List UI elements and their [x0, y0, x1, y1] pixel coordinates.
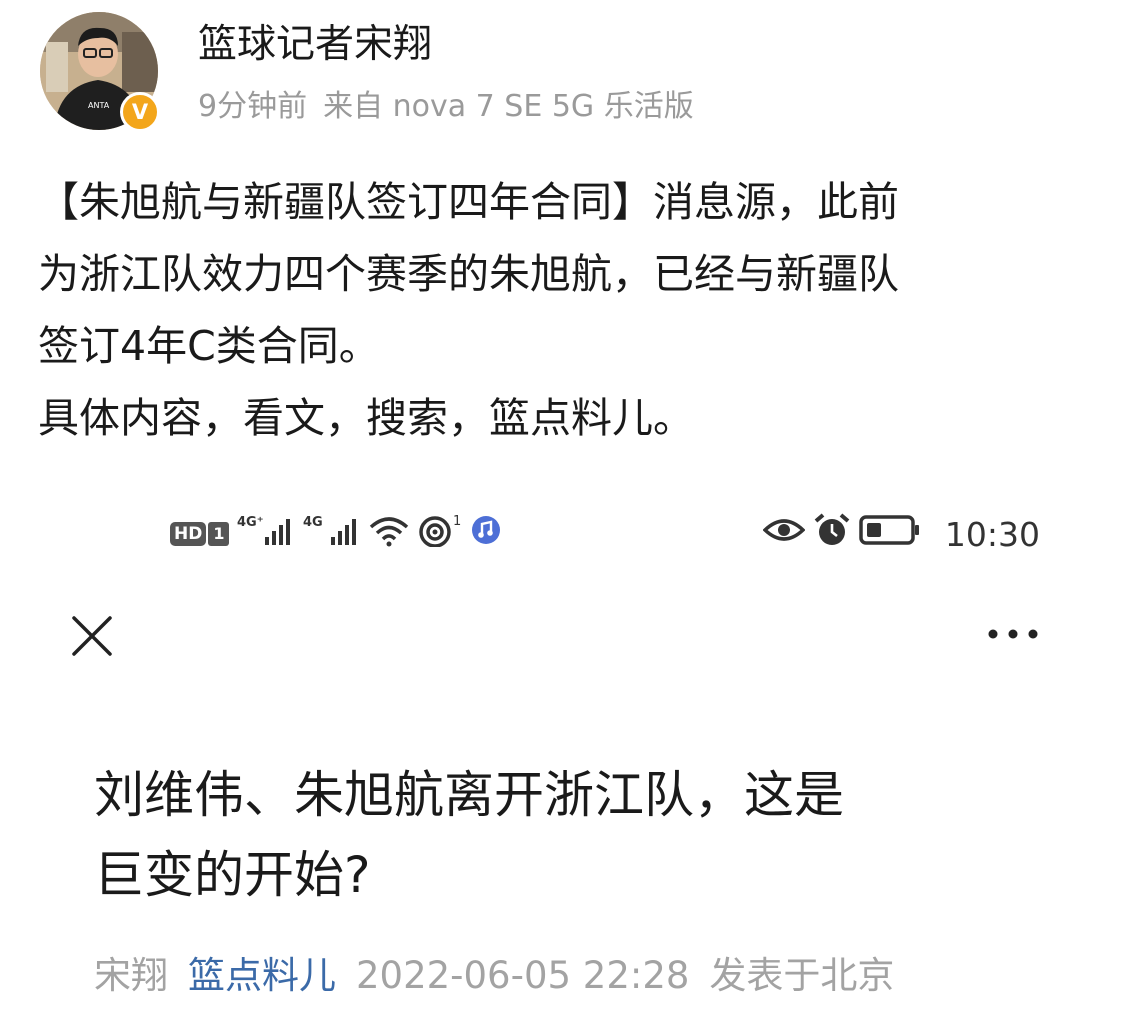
- hd-icon: HD: [170, 522, 207, 546]
- battery-icon: [859, 514, 921, 555]
- author-name[interactable]: 篮球记者宋翔: [198, 20, 432, 70]
- article-title-line: 刘维伟、朱旭航离开浙江队，这是: [94, 766, 844, 824]
- post-body: 【朱旭航与新疆队签订四年合同】消息源，此前 为浙江队效力四个赛季的朱旭航，已经与…: [38, 166, 1078, 454]
- signal-1-label: 4G⁺: [237, 515, 264, 530]
- article-author: 宋翔: [94, 954, 168, 997]
- article-source-link[interactable]: 篮点料儿: [188, 954, 336, 997]
- article-meta: 宋翔 篮点料儿 2022-06-05 22:28 发表于北京: [94, 950, 914, 1002]
- eye-icon: [762, 514, 806, 554]
- post-body-line: 签订4年C类合同。: [38, 322, 380, 370]
- close-icon[interactable]: [70, 614, 114, 658]
- article-location: 发表于北京: [709, 954, 895, 997]
- hotspot-icon: 1: [417, 513, 463, 556]
- article-title: 刘维伟、朱旭航离开浙江队，这是 巨变的开始?: [94, 755, 1054, 915]
- verified-badge: V: [120, 92, 160, 132]
- post-body-line: 为浙江队效力四个赛季的朱旭航，已经与新疆队: [38, 250, 899, 298]
- post-time: 9分钟前: [198, 89, 308, 124]
- article-title-line: 巨变的开始?: [94, 846, 371, 904]
- wifi-icon: [369, 513, 409, 556]
- post-meta: 9分钟前 来自 nova 7 SE 5G 乐活版: [198, 86, 710, 128]
- svg-text:ANTA: ANTA: [88, 101, 110, 110]
- post-body-line: 【朱旭航与新疆队签订四年合同】消息源，此前: [38, 178, 899, 226]
- signal-2-label: 4G: [303, 515, 323, 530]
- signal-icon: 4G⁺: [237, 513, 295, 556]
- article-datetime: 2022-06-05 22:28: [356, 954, 690, 997]
- status-time: 10:30: [944, 514, 1040, 554]
- sim-icon: 1: [208, 522, 230, 546]
- alarm-icon: [813, 512, 851, 557]
- post-body-line: 具体内容，看文，搜索，篮点料儿。: [38, 394, 694, 442]
- post-device: 来自 nova 7 SE 5G 乐活版: [323, 89, 694, 124]
- music-icon: [471, 514, 501, 554]
- signal-2-icon: 4G: [303, 513, 361, 556]
- author-avatar-container[interactable]: ANTA V: [40, 12, 160, 132]
- hotspot-count: 1: [453, 514, 461, 529]
- more-options-icon[interactable]: [985, 620, 1041, 648]
- phone-status-bar: HD 1 4G⁺ 4G 1 10:30: [170, 508, 1050, 556]
